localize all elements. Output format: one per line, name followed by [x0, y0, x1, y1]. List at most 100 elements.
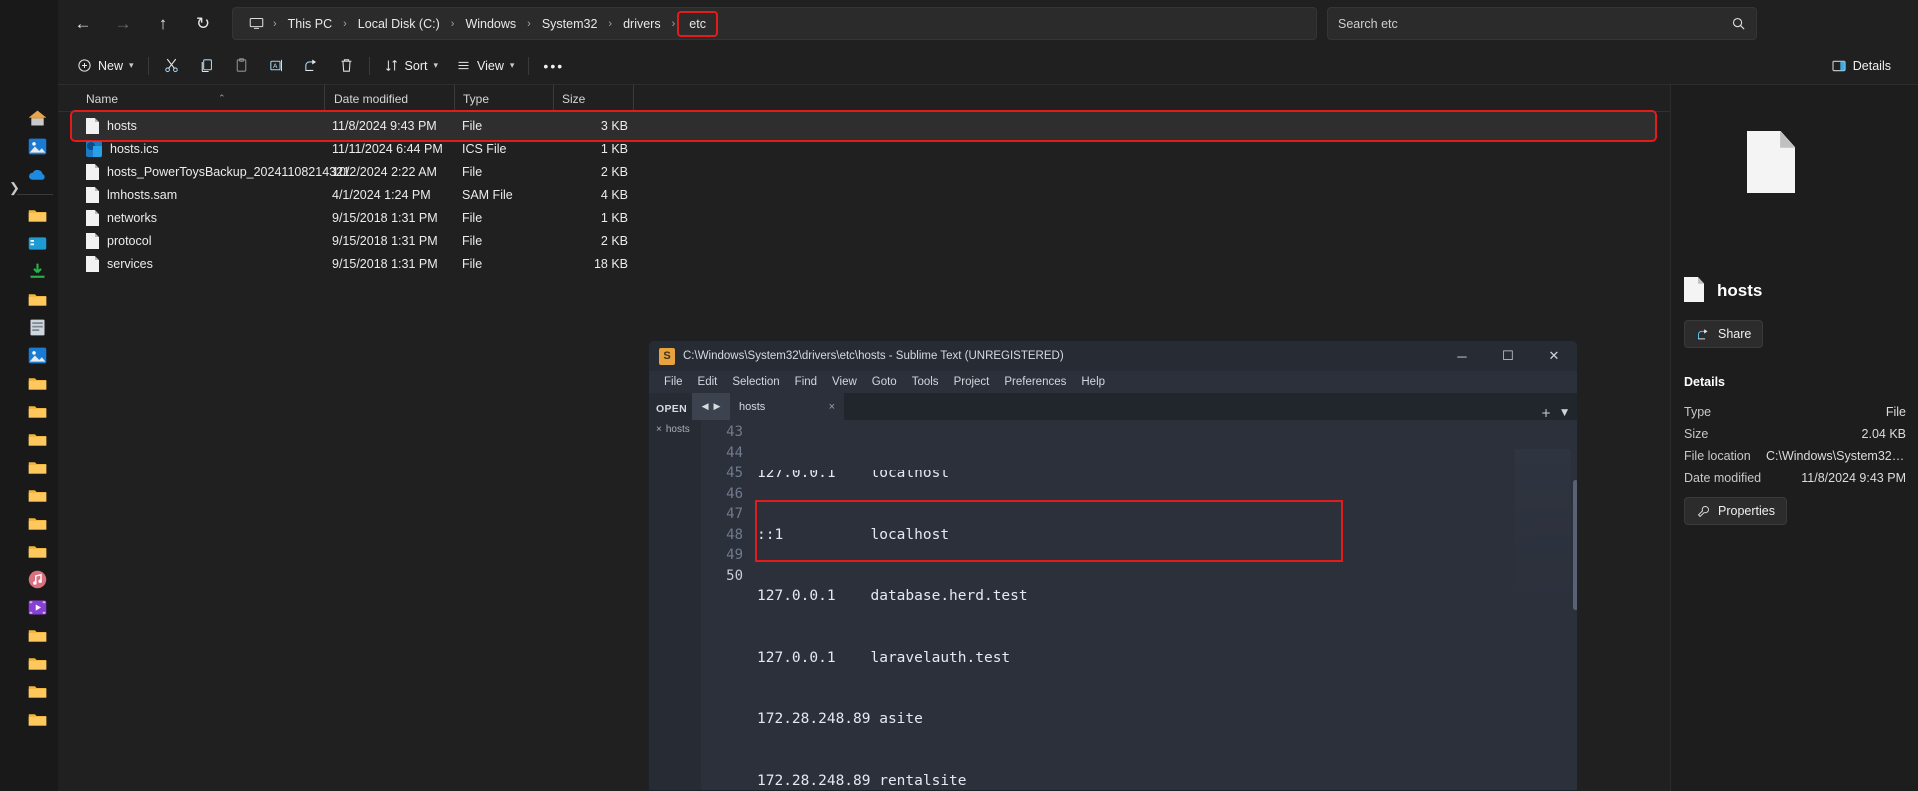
back-button[interactable]: ← [64, 8, 102, 40]
view-icon [458, 61, 469, 70]
file-size-cell: 2 KB [600, 165, 628, 179]
maximize-button[interactable]: ☐ [1485, 341, 1531, 371]
tab-hosts[interactable]: hosts × [730, 393, 844, 420]
line-number: 44 [726, 444, 743, 461]
breadcrumb-item-system32[interactable]: System32 [535, 13, 605, 35]
minimap-viewport-handle[interactable] [1573, 480, 1577, 610]
menu-item-preferences[interactable]: Preferences [997, 374, 1073, 390]
cut-button[interactable] [154, 52, 189, 80]
breadcrumb-item-drivers[interactable]: drivers [616, 13, 668, 35]
left-taskbar: ❯ [0, 0, 58, 791]
menu-item-edit[interactable]: Edit [691, 374, 725, 390]
share-icon [1698, 328, 1708, 339]
close-button[interactable]: ✕ [1531, 341, 1577, 371]
file-date-cell: 9/15/2018 1:31 PM [332, 211, 438, 225]
breadcrumb[interactable]: › This PC › Local Disk (C:) › Windows › … [232, 7, 1317, 40]
column-header-type[interactable]: Type [463, 85, 489, 112]
search-icon[interactable] [1731, 16, 1746, 31]
taskbar-expand-chevron-icon[interactable]: ❯ [9, 180, 20, 196]
taskbar-item-pictures[interactable] [0, 132, 58, 160]
line-number: 43 [726, 424, 743, 440]
menu-item-selection[interactable]: Selection [725, 374, 786, 390]
share-button[interactable] [294, 52, 329, 80]
sublime-logo-icon: S [659, 347, 675, 365]
column-header-size[interactable]: Size [562, 85, 585, 112]
breadcrumb-item-this-pc[interactable]: This PC [281, 13, 339, 35]
menu-item-help[interactable]: Help [1074, 374, 1112, 390]
taskbar-item-folder[interactable] [0, 481, 58, 509]
sort-ascending-caret-icon: ⌃ [218, 93, 226, 103]
file-type-cell: File [462, 119, 483, 133]
taskbar-item-folder[interactable] [0, 509, 58, 537]
taskbar-item-folder[interactable] [0, 677, 58, 705]
taskbar-item-folder[interactable] [0, 453, 58, 481]
new-tab-icon[interactable]: + [1541, 406, 1551, 420]
table-row[interactable]: services 9/15/2018 1:31 PM File 18 KB [72, 250, 1655, 278]
breadcrumb-item-local-disk[interactable]: Local Disk (C:) [351, 13, 447, 35]
toolbar-divider [368, 56, 370, 75]
taskbar-item-folder[interactable] [0, 369, 58, 397]
up-button[interactable]: ↑ [144, 8, 182, 40]
minimize-button[interactable]: ─ [1439, 341, 1485, 371]
details-row-label: Size [1684, 427, 1709, 441]
taskbar-item-folder[interactable] [0, 621, 58, 649]
code-content[interactable]: 127.0.0.1 localhost ::1 localhost 127.0.… [755, 420, 1577, 790]
taskbar-item-downloads[interactable] [0, 257, 58, 285]
refresh-button[interactable]: ↻ [184, 8, 222, 40]
share-button[interactable]: Share [1684, 320, 1764, 348]
details-rows: Type File Size 2.04 KB File location C:\… [1684, 401, 1906, 489]
sort-button[interactable]: Sort ▾ [375, 52, 447, 80]
menu-item-file[interactable]: File [657, 374, 690, 390]
code-editor[interactable]: 43 44 45 46 47 48 49 50 127.0.0.1 localh… [701, 420, 1577, 790]
paste-button[interactable] [224, 52, 259, 80]
taskbar-item-music[interactable] [0, 565, 58, 593]
details-file-name: hosts [1717, 281, 1763, 300]
close-icon[interactable]: × [656, 424, 662, 435]
tab-prev-icon[interactable]: ◀ [702, 402, 709, 412]
tab-nav-arrows[interactable]: ◀ ▶ [692, 393, 730, 420]
delete-button[interactable] [329, 52, 364, 80]
taskbar-item-folder[interactable] [0, 201, 58, 229]
taskbar-item-folder[interactable] [0, 537, 58, 565]
taskbar-item-documents[interactable] [0, 313, 58, 341]
taskbar-item-folder[interactable] [0, 285, 58, 313]
tab-menu-chevron-down-icon[interactable]: ▼ [1561, 408, 1568, 418]
menu-item-goto[interactable]: Goto [865, 374, 904, 390]
chevron-down-icon: ▾ [129, 60, 134, 70]
file-date-cell: 11/11/2024 6:44 PM [332, 142, 443, 156]
breadcrumb-item-etc[interactable]: etc [677, 10, 718, 37]
view-button[interactable]: View ▾ [447, 52, 523, 80]
details-pane-toggle[interactable]: Details [1822, 52, 1900, 80]
taskbar-item-home[interactable] [0, 104, 58, 132]
code-minimap[interactable] [1515, 449, 1571, 609]
this-pc-icon[interactable] [245, 16, 267, 31]
tab-close-icon[interactable]: × [829, 401, 835, 413]
taskbar-item-folder[interactable] [0, 425, 58, 453]
menu-item-tools[interactable]: Tools [905, 374, 946, 390]
details-heading: Details [1684, 375, 1725, 389]
menu-item-find[interactable]: Find [788, 374, 824, 390]
copy-button[interactable] [189, 52, 224, 80]
sublime-title-bar[interactable]: S C:\Windows\System32\drivers\etc\hosts … [649, 341, 1577, 371]
search-input[interactable]: Search etc [1327, 7, 1757, 40]
copy-icon [201, 59, 212, 73]
paste-icon [236, 58, 246, 72]
taskbar-item-media-folder[interactable] [0, 229, 58, 257]
rename-button[interactable]: A [259, 52, 294, 80]
taskbar-item-folder[interactable] [0, 397, 58, 425]
file-name-label: lmhosts.sam [107, 188, 178, 202]
taskbar-item-folder[interactable] [0, 649, 58, 677]
tab-next-icon[interactable]: ▶ [714, 402, 721, 412]
menu-item-project[interactable]: Project [947, 374, 997, 390]
taskbar-item-folder[interactable] [0, 705, 58, 733]
breadcrumb-item-windows[interactable]: Windows [458, 13, 523, 35]
properties-button[interactable]: Properties [1684, 497, 1787, 525]
column-header-date-modified[interactable]: Date modified [334, 85, 408, 112]
column-header-name[interactable]: Name [86, 85, 118, 112]
menu-item-view[interactable]: View [825, 374, 864, 390]
taskbar-item-videos[interactable] [0, 593, 58, 621]
new-button[interactable]: New ▾ [68, 52, 143, 80]
more-options-button[interactable]: ••• [534, 52, 573, 80]
forward-button[interactable]: → [104, 8, 142, 40]
taskbar-item-pictures[interactable] [0, 341, 58, 369]
